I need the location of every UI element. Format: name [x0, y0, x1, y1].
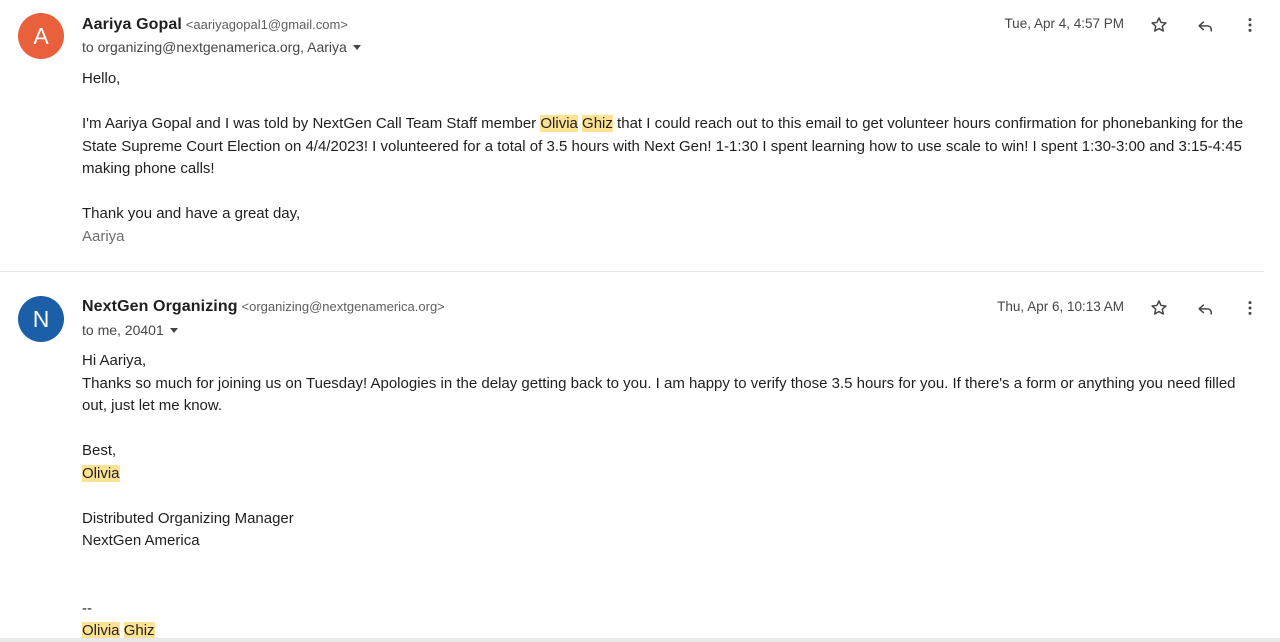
body-text: I'm Aariya Gopal and I was told by NextG… [82, 115, 541, 132]
highlight-first-name: Olivia [82, 622, 120, 639]
closing: Best, [82, 442, 117, 459]
signature-separator: -- [82, 599, 92, 617]
more-button[interactable] [1236, 11, 1264, 39]
reply-button[interactable] [1191, 294, 1219, 322]
sender-line: NextGen Organizing <organizing@nextgenam… [82, 296, 445, 317]
highlight-first-name: Olivia [82, 464, 120, 482]
sender-email: <aariyagopal1@gmail.com> [185, 17, 348, 32]
message-1: A Aariya Gopal <aariyagopal1@gmail.com> … [0, 0, 1264, 271]
star-button[interactable] [1145, 294, 1173, 322]
signature-title: Distributed Organizing Manager [82, 509, 294, 527]
recipients-text: to organizing@nextgenamerica.org, Aariya [82, 39, 347, 55]
bottom-edge [0, 638, 1280, 642]
chevron-down-icon[interactable] [352, 44, 361, 50]
body-paragraph: Thanks so much for joining us on Tuesday… [82, 374, 1236, 415]
recipients-text: to me, 20401 [82, 322, 164, 338]
signature: Aariya [82, 227, 125, 245]
sender-avatar[interactable]: A [18, 13, 64, 59]
greeting: Hi Aariya, [82, 352, 147, 369]
sender-name[interactable]: Aariya Gopal [82, 16, 182, 33]
sender-avatar[interactable]: N [18, 296, 64, 342]
star-button[interactable] [1145, 11, 1173, 39]
highlight-last-name: Ghiz [123, 622, 155, 639]
body-paragraph: I'm Aariya Gopal and I was told by NextG… [82, 113, 1254, 181]
signature-org: NextGen America [82, 532, 200, 549]
more-button[interactable] [1236, 294, 1264, 322]
message-2: N NextGen Organizing <organizing@nextgen… [0, 272, 1264, 639]
greeting: Hello, [82, 70, 121, 87]
sender-line: Aariya Gopal <aariyagopal1@gmail.com> [82, 14, 348, 35]
sender-name[interactable]: NextGen Organizing [82, 298, 238, 315]
sender-email: <organizing@nextgenamerica.org> [241, 299, 445, 314]
reply-icon [1198, 21, 1212, 32]
message-date: Thu, Apr 6, 10:13 AM [997, 299, 1124, 314]
message-date: Tue, Apr 4, 4:57 PM [1004, 16, 1124, 31]
sign-name: Olivia [82, 463, 1254, 486]
highlight-first-name: Olivia [540, 115, 578, 132]
email-thread: A Aariya Gopal <aariyagopal1@gmail.com> … [0, 0, 1280, 642]
star-icon [1151, 300, 1167, 315]
reply-button[interactable] [1191, 11, 1219, 39]
recipients-toggle[interactable]: to organizing@nextgenamerica.org, Aariya [82, 38, 361, 56]
more-vert-icon [1248, 301, 1252, 315]
reply-icon [1198, 304, 1212, 315]
more-vert-icon [1248, 18, 1252, 32]
recipients-toggle[interactable]: to me, 20401 [82, 321, 178, 339]
highlight-last-name: Ghiz [582, 115, 613, 132]
chevron-down-icon[interactable] [169, 327, 178, 333]
star-icon [1151, 17, 1167, 32]
message-body: Hi Aariya, Thanks so much for joining us… [82, 350, 1254, 642]
message-body: Hello, I'm Aariya Gopal and I was told b… [82, 68, 1254, 248]
closing: Thank you and have a great day, [82, 205, 301, 222]
